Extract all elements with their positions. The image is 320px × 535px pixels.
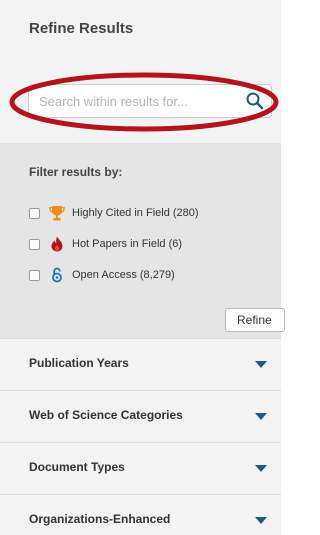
accordion-label: Organizations-Enhanced [29,512,171,526]
filter-heading: Filter results by: [29,165,123,179]
accordion-label: Document Types [29,460,125,474]
search-input[interactable] [39,91,219,111]
chevron-down-icon [255,465,267,472]
flame-icon [51,236,63,252]
search-within-results [28,84,272,118]
refine-results-panel: Refine Results Filter results by: Highly… [0,0,285,535]
filter-item-hot-papers: Hot Papers in Field (6) [29,234,182,254]
highly-cited-checkbox[interactable] [29,207,40,219]
chevron-down-icon [255,517,267,524]
search-box [28,84,272,118]
accordion-label: Web of Science Categories [29,408,183,422]
filter-section: Filter results by: Highly Cited in Field… [0,143,285,338]
accordion-web-of-science-categories[interactable]: Web of Science Categories [0,390,281,442]
accordion-label: Publication Years [29,356,129,370]
refine-button[interactable]: Refine [225,308,285,332]
accordion-publication-years[interactable]: Publication Years [0,338,281,390]
panel-title: Refine Results [29,20,134,37]
chevron-down-icon [255,361,267,368]
open-access-icon [52,267,62,283]
open-access-label: Open Access (8,279) [72,269,175,281]
filter-item-highly-cited: Highly Cited in Field (280) [29,203,199,223]
accordion-organizations-enhanced[interactable]: Organizations-Enhanced [0,494,281,535]
filter-item-open-access: Open Access (8,279) [29,265,175,285]
search-icon[interactable] [245,91,265,111]
trophy-icon [49,206,65,221]
hot-papers-label: Hot Papers in Field (6) [72,238,183,250]
chevron-down-icon [255,413,267,420]
accordion-document-types[interactable]: Document Types [0,442,281,494]
open-access-checkbox[interactable] [29,269,40,281]
hot-papers-checkbox[interactable] [29,238,40,250]
highly-cited-label: Highly Cited in Field (280) [72,207,199,219]
